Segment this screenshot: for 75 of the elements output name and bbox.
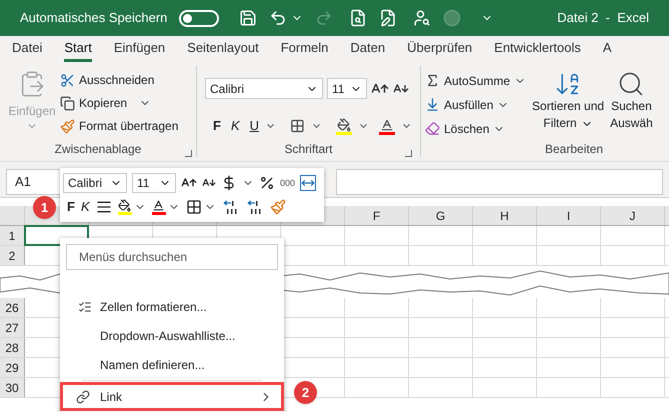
italic-button[interactable]: K xyxy=(80,197,90,217)
callout-number-badge: 2 xyxy=(294,381,317,404)
sigma-icon xyxy=(425,73,440,88)
dialog-launcher-icon[interactable] xyxy=(185,150,192,157)
ribbon-tab[interactable]: Formeln xyxy=(280,38,328,62)
fill-color-icon[interactable] xyxy=(118,199,132,215)
ribbon-tab[interactable]: A xyxy=(602,38,612,62)
ribbon-tab[interactable]: Datei xyxy=(12,38,42,62)
column-header[interactable]: F xyxy=(345,206,409,225)
eraser-icon xyxy=(425,121,440,136)
row-header[interactable]: 30 xyxy=(0,378,25,397)
ribbon-tab[interactable]: Überprüfen xyxy=(407,38,472,62)
menu-item[interactable]: Zellen formatieren... xyxy=(66,292,278,321)
ribbon-tab[interactable]: Seitenlayout xyxy=(187,38,259,62)
column-header[interactable]: G xyxy=(409,206,473,225)
window-title: Datei 2 - Excel xyxy=(557,9,649,28)
row-header[interactable]: 2 xyxy=(0,246,25,265)
column-header[interactable]: H xyxy=(473,206,537,225)
editing-button[interactable]: Löschen xyxy=(425,118,526,139)
align-center-icon[interactable] xyxy=(96,199,112,215)
font-name-field[interactable]: Calibri xyxy=(63,173,127,194)
paintbrush-icon[interactable] xyxy=(270,199,286,215)
clipboard-button[interactable]: Format übertragen xyxy=(60,116,178,136)
row-header[interactable]: 29 xyxy=(0,358,25,377)
ribbon-tab[interactable]: Entwicklertools xyxy=(494,38,581,62)
bold-button[interactable]: F xyxy=(67,197,75,217)
borders-icon[interactable] xyxy=(290,118,305,134)
autosave-label: Automatisches Speichern xyxy=(20,9,168,28)
document-edit-icon[interactable] xyxy=(379,9,398,27)
scissors-icon xyxy=(60,72,75,88)
column-header[interactable]: I xyxy=(537,206,601,225)
link-icon xyxy=(76,390,90,404)
find-select-button[interactable]: Suchen Auswäh xyxy=(610,66,653,141)
row-header[interactable]: 27 xyxy=(0,318,25,337)
menu-item[interactable]: Link xyxy=(60,382,284,411)
sort-filter-button[interactable]: Sortieren und Filtern xyxy=(532,66,604,141)
borders-icon[interactable] xyxy=(186,199,202,215)
fill-color-icon[interactable] xyxy=(336,118,352,134)
format-cells-icon xyxy=(78,300,92,314)
ribbon-tab[interactable]: Daten xyxy=(350,38,386,62)
row-header[interactable]: 26 xyxy=(0,298,25,317)
bold-button[interactable]: F xyxy=(213,116,221,136)
save-icon[interactable] xyxy=(239,9,258,27)
font-size-field[interactable]: 11 xyxy=(132,173,176,194)
row-header[interactable]: 1 xyxy=(0,226,25,245)
editing-button[interactable]: AutoSumme xyxy=(425,70,526,91)
percent-icon[interactable] xyxy=(259,175,275,192)
fill-down-icon xyxy=(425,97,440,112)
editing-button[interactable]: Ausfüllen xyxy=(425,94,526,115)
menu-search-field[interactable]: Menüs durchsuchen xyxy=(66,244,278,270)
paintbrush-icon xyxy=(60,118,75,134)
font-color-icon[interactable] xyxy=(378,118,395,134)
autosave-toggle[interactable] xyxy=(179,10,220,26)
menu-item[interactable]: Dropdown-Auswahlliste... xyxy=(66,321,278,350)
wrap-text-icon[interactable] xyxy=(300,175,316,192)
ribbon-tab[interactable]: Einfügen xyxy=(114,38,166,62)
font-color-icon[interactable] xyxy=(152,199,166,215)
group-label: Schriftart xyxy=(284,141,332,158)
font-name-field[interactable]: Calibri xyxy=(205,78,323,99)
font-size-field[interactable]: 11 xyxy=(327,78,367,99)
copy-icon xyxy=(60,96,75,110)
underline-button[interactable]: U xyxy=(250,116,260,136)
italic-button[interactable]: K xyxy=(230,116,240,136)
clipboard-button[interactable]: Ausschneiden xyxy=(60,70,178,90)
menu-item[interactable]: Namen definieren... xyxy=(66,350,278,379)
undo-icon[interactable] xyxy=(269,9,288,27)
thousands-separator-button[interactable]: 000 xyxy=(280,176,296,190)
person-search-icon[interactable] xyxy=(413,9,432,27)
group-label: Bearbeiten xyxy=(545,141,604,158)
clipboard-button[interactable]: Kopieren xyxy=(60,93,178,113)
column-header[interactable]: J xyxy=(601,206,665,225)
group-label: Zwischenablage xyxy=(54,141,142,158)
document-search-icon[interactable] xyxy=(349,9,368,27)
dialog-launcher-icon[interactable] xyxy=(405,150,412,157)
row-header[interactable]: 28 xyxy=(0,338,25,357)
